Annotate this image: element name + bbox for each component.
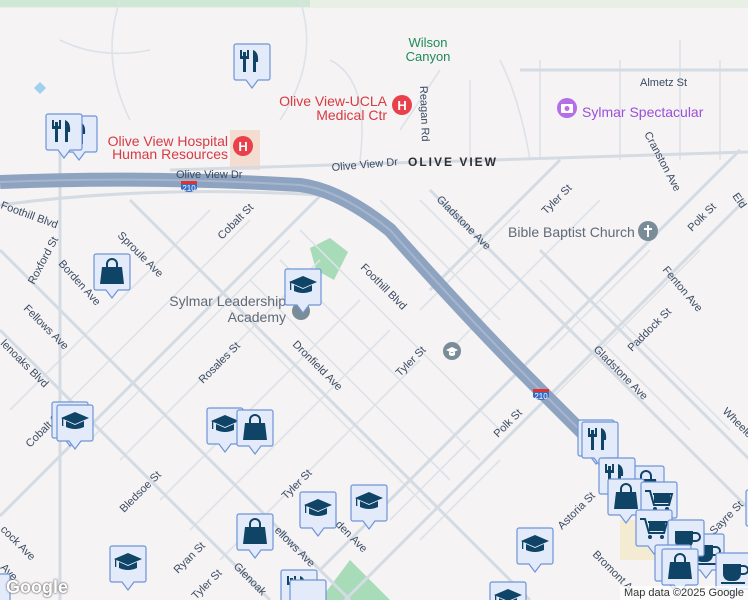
map-canvas[interactable]: 210 210 Almetz St Reagan Rd Olive View D… <box>0 0 748 600</box>
street-label: Eld <box>730 191 748 211</box>
sylmar-spectacular-label[interactable]: Sylmar Spectacular <box>582 104 704 120</box>
street-label: Olive View Dr <box>176 169 243 181</box>
bible-baptist-label[interactable]: Bible Baptist Church <box>508 224 635 240</box>
street-label: Bledsoe St <box>118 469 164 515</box>
street-label: Tyler St <box>394 344 429 379</box>
sylmar-leadership-label-2[interactable]: Academy <box>228 309 286 325</box>
markers <box>0 43 748 600</box>
school-pin-small[interactable] <box>443 342 461 360</box>
street-label: Tyler St <box>540 182 575 217</box>
street-label: Rosales St <box>197 340 243 386</box>
hospital-pin[interactable]: H <box>233 136 253 156</box>
olive-view-hospital-label-2[interactable]: Human Resources <box>112 146 228 162</box>
shopping-marker[interactable] <box>236 513 274 559</box>
olive-view-ucla-label-2[interactable]: Medical Ctr <box>316 107 387 123</box>
street-label: Roxford St <box>26 235 61 287</box>
street-label: Foothill Blvd <box>358 262 409 313</box>
street-label: Sayre St <box>708 499 746 537</box>
school-marker[interactable] <box>56 404 94 450</box>
school-marker[interactable] <box>284 268 322 314</box>
area-label-olive-view: OLIVE VIEW <box>408 155 498 169</box>
school-marker[interactable] <box>350 484 388 530</box>
street-label: Almetz St <box>640 77 687 89</box>
street-label: Reagan Rd <box>417 86 431 142</box>
street-label: lenoaks Blvd <box>0 338 50 391</box>
street-label: ellows Ave <box>272 525 317 570</box>
park-area <box>0 0 310 7</box>
hospital-pin[interactable]: H <box>392 95 412 115</box>
street-label: Olive View Dr <box>331 156 399 174</box>
street-label: Tyler St <box>190 567 225 600</box>
school-marker[interactable] <box>299 491 337 537</box>
school-marker[interactable] <box>489 581 527 600</box>
svg-text:210: 210 <box>182 184 196 193</box>
sylmar-leadership-label-1[interactable]: Sylmar Leadership <box>169 293 286 309</box>
hospital-icon: H <box>238 139 247 154</box>
restaurant-marker[interactable] <box>289 579 327 600</box>
street-label: Cranston Ave <box>641 130 683 194</box>
map-attribution[interactable]: Map data ©2025 Google <box>619 586 748 600</box>
wilson-canyon-label-1: Wilson <box>408 35 447 50</box>
svg-text:210: 210 <box>534 392 548 401</box>
school-marker[interactable] <box>109 545 147 591</box>
restaurant-marker[interactable] <box>233 43 271 89</box>
church-pin[interactable] <box>638 221 658 241</box>
google-logo[interactable]: Google <box>6 577 68 598</box>
street-label: Glenoak <box>231 561 269 599</box>
street-label: Astoria St <box>556 490 598 532</box>
shopping-marker[interactable] <box>93 253 131 299</box>
camera-pin[interactable] <box>557 98 577 118</box>
street-label: Ryan St <box>172 540 208 576</box>
wilson-canyon-label-2: Canyon <box>406 49 451 64</box>
shopping-marker[interactable] <box>236 409 274 455</box>
street-label: Foothill Blvd <box>0 200 59 232</box>
street-label: Fellows Ave <box>21 303 71 353</box>
school-marker[interactable] <box>516 527 554 573</box>
pond <box>34 82 46 94</box>
street-label: Cobalt St <box>216 202 256 242</box>
street-label: cock Ave <box>0 524 37 563</box>
hospital-icon: H <box>397 98 406 113</box>
